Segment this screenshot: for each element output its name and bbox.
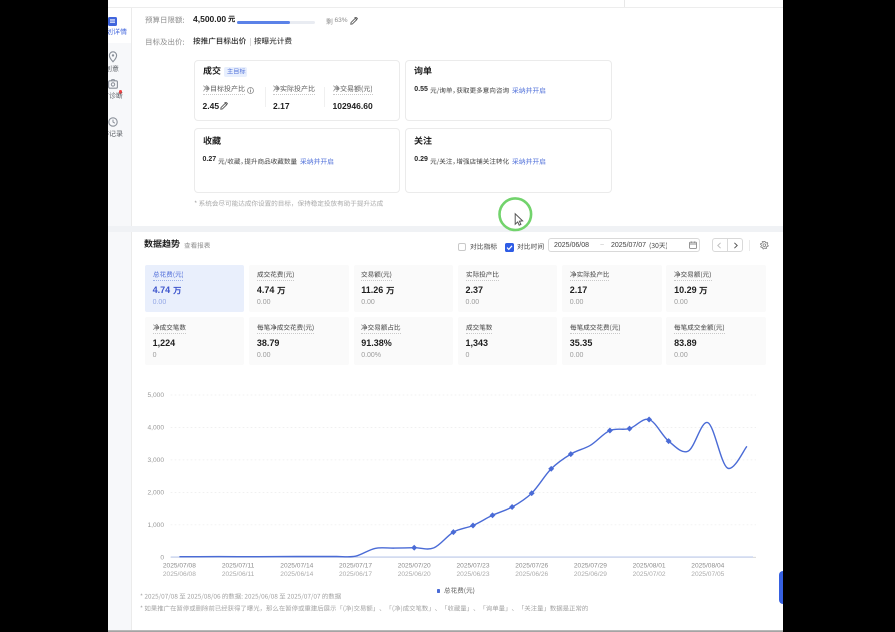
svg-text:3,000: 3,000	[147, 457, 164, 464]
svg-text:0: 0	[160, 555, 164, 562]
svg-text:2,000: 2,000	[147, 490, 164, 497]
svg-text:2025/07/14: 2025/07/14	[280, 563, 313, 570]
svg-text:2025/07/05: 2025/07/05	[691, 571, 724, 578]
svg-text:2025/06/17: 2025/06/17	[339, 571, 372, 578]
svg-text:2025/07/11: 2025/07/11	[222, 563, 255, 570]
svg-text:5,000: 5,000	[147, 392, 164, 399]
svg-text:2025/07/17: 2025/07/17	[339, 563, 372, 570]
svg-text:2025/06/20: 2025/06/20	[398, 571, 431, 578]
svg-text:2025/07/29: 2025/07/29	[574, 563, 607, 570]
svg-text:2025/07/02: 2025/07/02	[633, 571, 666, 578]
svg-text:2025/07/23: 2025/07/23	[456, 563, 489, 570]
svg-text:2025/07/20: 2025/07/20	[398, 563, 431, 570]
svg-text:2025/08/01: 2025/08/01	[633, 563, 666, 570]
svg-text:2025/08/04: 2025/08/04	[691, 563, 724, 570]
svg-text:2025/06/11: 2025/06/11	[222, 571, 255, 578]
svg-text:2025/06/23: 2025/06/23	[456, 571, 489, 578]
svg-text:2025/06/08: 2025/06/08	[163, 571, 196, 578]
svg-text:2025/06/26: 2025/06/26	[515, 571, 548, 578]
svg-text:2025/07/08: 2025/07/08	[163, 563, 196, 570]
svg-text:2025/07/26: 2025/07/26	[515, 563, 548, 570]
svg-text:2025/06/29: 2025/06/29	[574, 571, 607, 578]
svg-text:4,000: 4,000	[147, 425, 164, 432]
svg-text:2025/06/14: 2025/06/14	[280, 571, 313, 578]
svg-text:1,000: 1,000	[147, 522, 164, 529]
